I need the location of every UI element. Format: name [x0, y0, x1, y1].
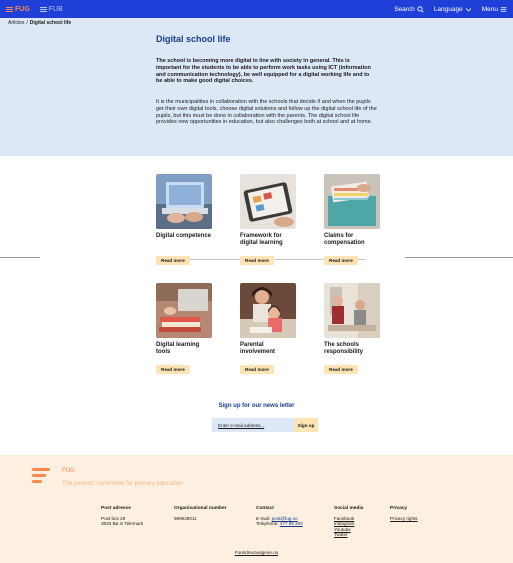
fug-logo-text: FUG	[15, 5, 30, 13]
read-more-button[interactable]: Read more	[324, 256, 358, 265]
footer-social-media: Social media Facebook Instagram Youtube …	[334, 506, 363, 538]
footer-contact: Contact E-mail: post@fug.no Telephone: 4…	[256, 506, 303, 527]
footer-org-name: FUG	[62, 468, 75, 474]
card-title: Digital competence	[156, 233, 212, 239]
read-more-button[interactable]: Read more	[156, 256, 190, 265]
footer-post-address: Post adresse Post box 29 3833 Bø in Tele…	[101, 506, 143, 527]
footer-text: 3833 Bø in Telemark	[101, 521, 144, 527]
breadcrumb-separator: /	[26, 20, 28, 26]
search-button[interactable]: Search	[394, 6, 424, 13]
read-more-button[interactable]: Read more	[240, 256, 274, 265]
email-link[interactable]: post@fug.no	[272, 516, 298, 521]
article-card-framework[interactable]: Framework for digital learning Read more	[240, 174, 298, 267]
article-card-learning-tools[interactable]: Digital learning tools Read more	[156, 283, 214, 376]
file-box-image	[324, 174, 380, 229]
top-navigation-bar: FUG FUB Search Language Menu	[0, 0, 513, 18]
hero-lead-paragraph: The school is becoming more digital in l…	[156, 58, 371, 85]
card-title: Framework for digital learning	[240, 233, 283, 246]
article-card-digital-competence[interactable]: Digital competence Read more	[156, 174, 214, 267]
logo-group: FUG FUB	[6, 6, 63, 13]
fub-logo-link[interactable]: FUB	[39, 5, 63, 13]
newsletter-email-input[interactable]: Enter e-mail address...	[212, 418, 294, 432]
breadcrumb-articles-link[interactable]: Articles	[8, 20, 24, 26]
card-title: The schools responsibility	[324, 342, 364, 355]
fug-footer-logo-icon	[32, 468, 50, 486]
read-more-button[interactable]: Read more	[156, 365, 190, 374]
article-card-school-responsibility[interactable]: The schools responsibility Read more	[324, 283, 382, 376]
foreldreutvalgene-link[interactable]: Foreldreutvalgene.no	[0, 550, 513, 555]
footer-heading: Organisational number	[174, 506, 227, 511]
fub-logo-icon	[39, 6, 47, 13]
classroom-image	[324, 283, 380, 338]
books-laptop-image	[156, 283, 212, 338]
card-title: Claims for compensation	[324, 233, 365, 246]
search-label: Search	[394, 5, 415, 13]
menu-icon	[500, 6, 507, 12]
article-card-parental-involvement[interactable]: Parental involvement Read more	[240, 283, 298, 376]
fub-logo-text: FUB	[48, 5, 63, 13]
footer-text: 989628011	[174, 515, 197, 521]
footer-heading: Privacy	[390, 506, 408, 511]
language-label: Language	[433, 5, 463, 13]
fug-logo-icon	[6, 6, 13, 13]
breadcrumb: Articles / Digital school life	[8, 20, 71, 26]
footer-heading: Contact	[256, 506, 274, 511]
email-label: E-mail:	[256, 515, 272, 521]
read-more-button[interactable]: Read more	[240, 365, 274, 374]
breadcrumb-current: Digital school life	[29, 20, 72, 26]
footer-privacy: Privacy Privacy rights	[390, 506, 418, 521]
newsletter-form: Enter e-mail address... Sign up	[212, 418, 318, 432]
fug-logo-link[interactable]: FUG	[6, 6, 30, 13]
privacy-rights-link[interactable]: Privacy rights	[390, 516, 418, 522]
phone-link[interactable]: 477 99 200	[280, 521, 303, 526]
menu-label: Menu	[481, 5, 498, 13]
page-title: Digital school life	[156, 34, 231, 44]
footer-heading: Social media	[334, 506, 364, 511]
tablet-image	[240, 174, 296, 229]
hero-section	[0, 18, 513, 156]
search-icon	[417, 5, 424, 13]
language-button[interactable]: Language	[434, 6, 472, 13]
card-title: Digital learning tools	[156, 342, 200, 355]
phone-label: Telephone:	[256, 521, 280, 527]
newsletter-signup-button[interactable]: Sign up	[294, 418, 318, 432]
hero-body-paragraph: It is the municipalities in collaboratio…	[156, 99, 377, 126]
laptop-typing-image	[156, 174, 212, 229]
card-title: Parental involvement	[240, 342, 276, 355]
twitter-link[interactable]: Twitter	[334, 532, 363, 538]
footer: FUG The parents' committee for primary e…	[0, 455, 513, 563]
parent-child-image	[240, 283, 296, 338]
top-actions: Search Language Menu	[394, 6, 507, 13]
menu-button[interactable]: Menu	[482, 6, 507, 13]
footer-tagline: The parents' committee for primary educa…	[62, 481, 183, 487]
divider-right	[405, 257, 513, 258]
footer-phone-line: Telephone: 477 99 200	[256, 521, 303, 527]
divider-left	[0, 257, 40, 258]
newsletter-title: Sign up for our news letter	[218, 403, 295, 409]
article-card-claims[interactable]: Claims for compensation Read more	[324, 174, 382, 267]
read-more-button[interactable]: Read more	[324, 365, 358, 374]
chevron-down-icon	[465, 7, 471, 11]
footer-org-number: Organisational number 989628011	[174, 506, 227, 521]
footer-heading: Post adresse	[101, 506, 131, 511]
